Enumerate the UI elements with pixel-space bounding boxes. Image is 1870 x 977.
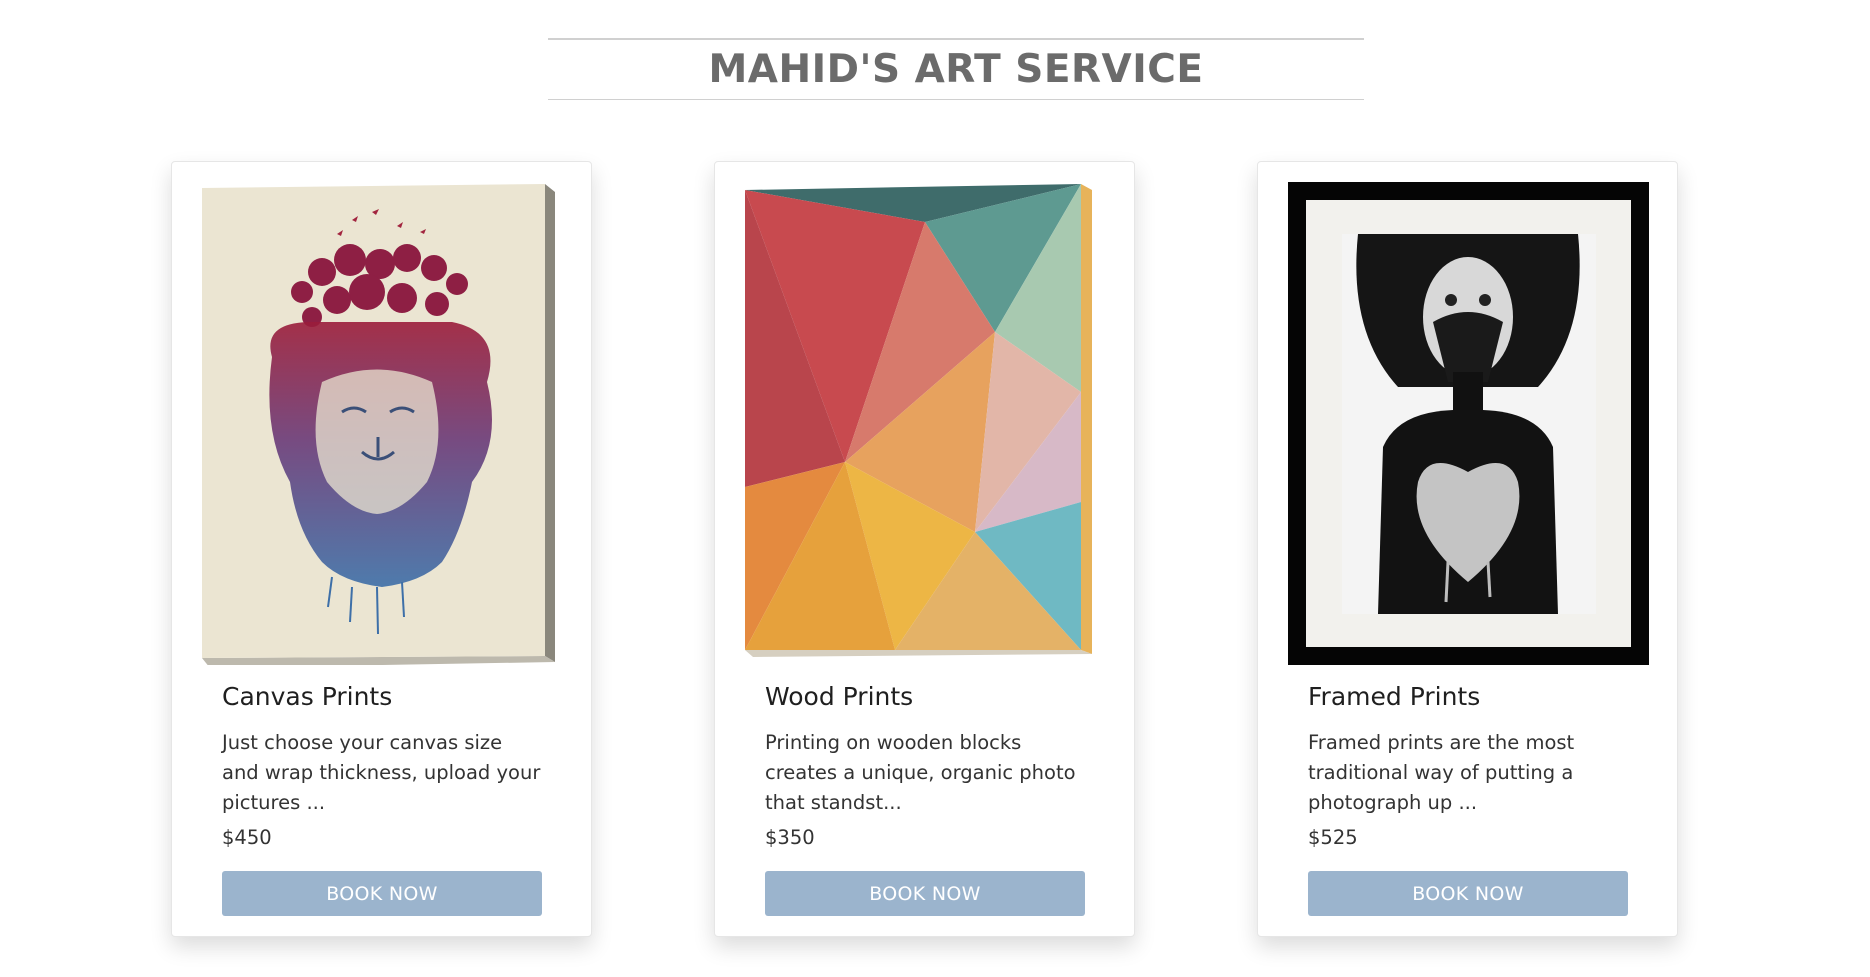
page-header: MAHID'S ART SERVICE bbox=[548, 38, 1364, 100]
card-title: Canvas Prints bbox=[222, 682, 393, 711]
page-title: MAHID'S ART SERVICE bbox=[708, 47, 1204, 92]
card-body: Canvas Prints Just choose your canvas si… bbox=[222, 682, 541, 852]
product-card-canvas: Canvas Prints Just choose your canvas si… bbox=[171, 161, 592, 937]
book-now-button[interactable]: BOOK NOW bbox=[1308, 871, 1628, 916]
card-description: Just choose your canvas size and wrap th… bbox=[222, 731, 541, 814]
card-body: Wood Prints Printing on wooden blocks cr… bbox=[765, 682, 1084, 852]
card-price: $350 bbox=[765, 826, 815, 849]
product-card-framed: Framed Prints Framed prints are the most… bbox=[1257, 161, 1678, 937]
card-title: Framed Prints bbox=[1308, 682, 1481, 711]
card-body: Framed Prints Framed prints are the most… bbox=[1308, 682, 1627, 852]
card-price: $525 bbox=[1308, 826, 1358, 849]
card-price: $450 bbox=[222, 826, 272, 849]
framed-print-image bbox=[1288, 182, 1649, 665]
product-card-wood: Wood Prints Printing on wooden blocks cr… bbox=[714, 161, 1135, 937]
card-description: Framed prints are the most traditional w… bbox=[1308, 731, 1575, 814]
wood-print-image bbox=[745, 182, 1106, 665]
book-now-button[interactable]: BOOK NOW bbox=[222, 871, 542, 916]
card-title: Wood Prints bbox=[765, 682, 914, 711]
canvas-print-image bbox=[202, 182, 563, 665]
card-description: Printing on wooden blocks creates a uniq… bbox=[765, 731, 1076, 814]
book-now-button[interactable]: BOOK NOW bbox=[765, 871, 1085, 916]
